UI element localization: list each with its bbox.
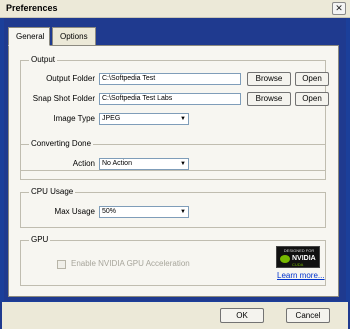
output-folder-field[interactable]: C:\Softpedia Test [99, 73, 241, 85]
cpu-group-title: CPU Usage [29, 187, 76, 196]
gpu-acceleration-checkbox[interactable] [57, 260, 66, 269]
footer-area: OK Cancel [2, 302, 348, 329]
output-open-button[interactable]: Open [295, 72, 329, 86]
tab-general[interactable]: General [8, 27, 50, 46]
footer-bar: OK Cancel [0, 302, 350, 329]
image-type-select[interactable]: JPEG ▼ [99, 113, 189, 125]
chevron-down-icon: ▼ [180, 116, 186, 122]
gpu-acceleration-label: Enable NVIDIA GPU Acceleration [71, 259, 190, 268]
cpu-group: CPU Usage Max Usage 50% ▼ [20, 187, 326, 228]
max-usage-label: Max Usage [54, 207, 95, 216]
badge-top-text: DESIGNED FOR [283, 248, 315, 253]
badge-name-text: NVIDIA [292, 255, 316, 262]
action-value: No Action [102, 160, 132, 167]
converting-group-title: Converting Done [29, 139, 94, 148]
output-folder-label: Output Folder [46, 74, 95, 83]
image-type-label: Image Type [53, 114, 95, 123]
action-select[interactable]: No Action ▼ [99, 158, 189, 170]
badge-sub-text: CUDA [292, 262, 304, 267]
nvidia-eye-icon [280, 255, 290, 263]
general-panel: Output Output Folder C:\Softpedia Test B… [8, 45, 339, 297]
snapshot-folder-field[interactable]: C:\Softpedia Test Labs [99, 93, 241, 105]
output-group-title: Output [29, 55, 58, 64]
snapshot-browse-button[interactable]: Browse [247, 92, 291, 106]
window-title: Preferences [6, 3, 58, 13]
learn-more-link[interactable]: Learn more... [277, 271, 325, 280]
gpu-group: GPU Enable NVIDIA GPU Acceleration DESIG… [20, 235, 326, 286]
tab-options-label: Options [60, 32, 88, 41]
image-type-value: JPEG [102, 115, 121, 122]
nvidia-cuda-logo: DESIGNED FOR NVIDIA CUDA [276, 246, 320, 268]
preferences-window: Preferences ✕ General Options Output Out… [0, 0, 350, 329]
gpu-group-title: GPU [29, 235, 51, 244]
snapshot-folder-label: Snap Shot Folder [32, 94, 95, 103]
tab-general-label: General [16, 32, 45, 41]
converting-group: Converting Done Action No Action ▼ [20, 139, 326, 180]
max-usage-select[interactable]: 50% ▼ [99, 206, 189, 218]
chevron-down-icon: ▼ [180, 161, 186, 167]
max-usage-value: 50% [102, 208, 117, 215]
ok-button[interactable]: OK [220, 308, 264, 323]
cancel-button[interactable]: Cancel [286, 308, 330, 323]
close-icon: ✕ [335, 3, 343, 13]
action-label: Action [72, 159, 95, 168]
chevron-down-icon: ▼ [180, 209, 186, 215]
tab-options[interactable]: Options [52, 27, 96, 45]
close-button[interactable]: ✕ [332, 2, 346, 15]
title-bar[interactable]: Preferences ✕ [0, 0, 350, 18]
output-browse-button[interactable]: Browse [247, 72, 291, 86]
snapshot-open-button[interactable]: Open [295, 92, 329, 106]
